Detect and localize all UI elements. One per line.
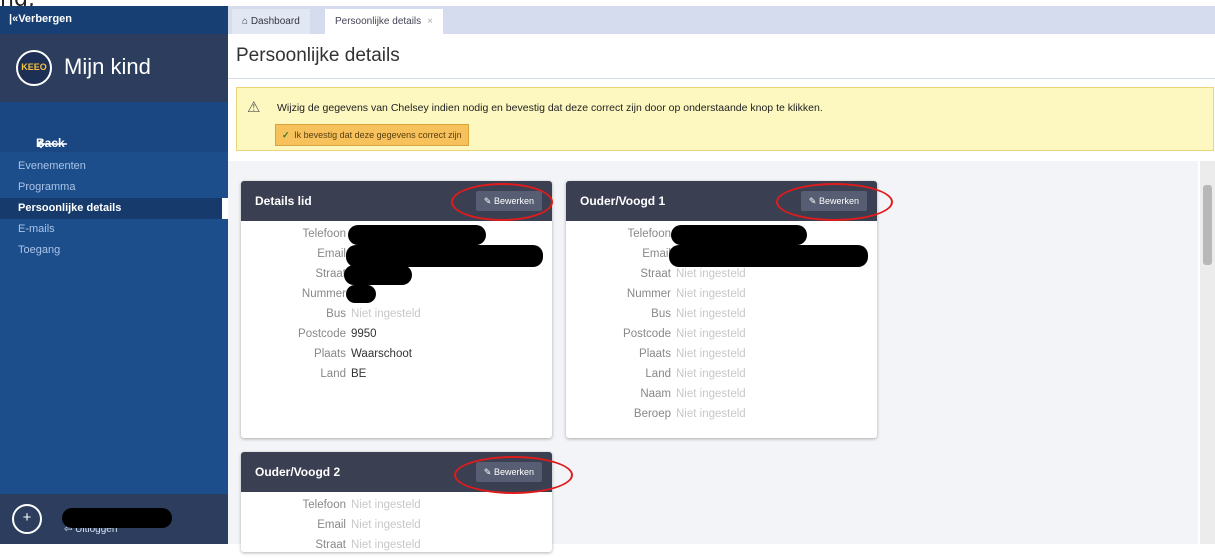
field-row: Plaats Niet ingesteld [566, 348, 866, 368]
field-label: Straat [315, 539, 346, 551]
alert-text: Wijzig de gegevens van Chelsey indien no… [277, 102, 823, 114]
field-row: Beroep Niet ingesteld [566, 408, 866, 428]
field-label: Email [642, 248, 671, 260]
field-row: Straat Niet ingesteld [241, 539, 541, 559]
field-value: Niet ingesteld [351, 539, 421, 551]
field-value: Niet ingesteld [676, 308, 746, 320]
field-value: BE [351, 368, 367, 380]
field-label: Nummer [626, 288, 671, 300]
tab-dashboard-label: Dashboard [250, 16, 300, 27]
tab-dashboard[interactable]: ⌂ Dashboard [232, 9, 310, 34]
sidebar-item-toegang[interactable]: Toegang [0, 240, 228, 261]
tab-personal-label: Persoonlijke details [335, 16, 422, 27]
field-label: Telefoon [302, 499, 346, 511]
tab-persoonlijke-details[interactable]: Persoonlijke details × [325, 9, 444, 34]
field-row: Straat Niet ingesteld [566, 268, 866, 288]
confirm-label: Ik bevestig dat deze gegevens correct zi… [294, 130, 462, 140]
sidebar-item-e-mails[interactable]: E-mails [0, 219, 228, 240]
field-label: Naam [640, 388, 671, 400]
field-label: Nummer [301, 288, 346, 300]
redaction [346, 245, 543, 267]
field-label: Telefoon [302, 228, 346, 240]
hide-sidebar-button[interactable]: |«Verbergen [0, 6, 228, 34]
card-title: Ouder/Voogd 1 [580, 194, 666, 208]
field-row: Nummer [241, 288, 541, 308]
redaction [344, 265, 412, 285]
field-label: Email [317, 248, 346, 260]
card-title: Ouder/Voogd 2 [255, 465, 341, 479]
field-label: Email [317, 519, 346, 531]
back-button[interactable]: 🡐 Back [0, 102, 228, 152]
logo-text: KEEO [21, 62, 47, 72]
field-label: Postcode [298, 328, 346, 340]
field-row: Telefoon Niet ingesteld [241, 499, 541, 519]
sidebar-item-programma[interactable]: Programma [0, 177, 228, 198]
keeo-logo-icon: KEEO [16, 50, 52, 86]
annotation-circle [451, 183, 553, 221]
field-label: Land [645, 368, 671, 380]
hide-sidebar-label: |«Verbergen [9, 13, 72, 25]
sidebar-item-persoonlijke-details[interactable]: Persoonlijke details [0, 198, 228, 219]
field-row: Bus Niet ingesteld [566, 308, 866, 328]
field-value: Niet ingesteld [676, 388, 746, 400]
back-label: Back [36, 136, 65, 150]
field-row: Plaats Waarschoot [241, 348, 541, 368]
user-area: + ⇦ Uitloggen [0, 494, 228, 544]
brand-title: Mijn kind [64, 54, 151, 79]
field-label: Plaats [314, 348, 346, 360]
sidebar-item-evenementen[interactable]: Evenementen [0, 156, 228, 177]
field-row: Postcode 9950 [241, 328, 541, 348]
username-redaction [62, 508, 172, 528]
check-icon: ✓ [282, 130, 290, 140]
field-row: Bus Niet ingesteld [241, 308, 541, 328]
scrollbar-thumb[interactable] [1203, 185, 1212, 265]
annotation-circle [454, 456, 573, 494]
field-value: 9950 [351, 328, 377, 340]
close-tab-icon[interactable]: × [427, 16, 433, 27]
field-value: Niet ingesteld [351, 519, 421, 531]
field-value: Niet ingesteld [676, 288, 746, 300]
confirmation-alert: ⚠ Wijzig de gegevens van Chelsey indien … [236, 87, 1214, 151]
scrollbar[interactable] [1200, 161, 1215, 544]
user-avatar-icon[interactable]: + [12, 504, 42, 534]
home-icon: ⌂ [242, 16, 251, 27]
redaction [348, 225, 486, 245]
field-value: Niet ingesteld [676, 268, 746, 280]
page-title: Persoonlijke details [236, 45, 400, 66]
field-value: Niet ingesteld [351, 308, 421, 320]
field-row: Land BE [241, 368, 541, 388]
field-row: Land Niet ingesteld [566, 368, 866, 388]
card-title: Details lid [255, 194, 312, 208]
field-label: Plaats [639, 348, 671, 360]
field-row: Email Niet ingesteld [241, 519, 541, 539]
annotation-circle [776, 183, 893, 221]
field-label: Bus [326, 308, 346, 320]
field-value: Niet ingesteld [676, 368, 746, 380]
sidebar: |«Verbergen KEEO Mijn kind 🡐 Back Evenem… [0, 6, 228, 544]
field-label: Land [320, 368, 346, 380]
field-label: Straat [640, 268, 671, 280]
field-value: Waarschoot [351, 348, 412, 360]
warning-icon: ⚠ [247, 99, 261, 116]
field-row: Naam Niet ingesteld [566, 388, 866, 408]
confirm-details-button[interactable]: ✓ Ik bevestig dat deze gegevens correct … [275, 124, 469, 146]
field-value: Niet ingesteld [676, 328, 746, 340]
redaction [671, 225, 807, 245]
divider [228, 78, 1215, 79]
field-label: Postcode [623, 328, 671, 340]
sidebar-nav: Evenementen Programma Persoonlijke detai… [0, 156, 228, 261]
field-value: Niet ingesteld [676, 408, 746, 420]
redaction [346, 285, 376, 303]
field-label: Telefoon [627, 228, 671, 240]
tab-bar: ⌂ Dashboard Persoonlijke details × [228, 6, 1215, 34]
redaction [669, 245, 868, 267]
field-label: Straat [315, 268, 346, 280]
brand-header: KEEO Mijn kind [0, 34, 228, 102]
field-label: Beroep [633, 408, 671, 420]
field-row: Nummer Niet ingesteld [566, 288, 866, 308]
field-value: Niet ingesteld [351, 499, 421, 511]
field-value: Niet ingesteld [676, 348, 746, 360]
field-label: Bus [651, 308, 671, 320]
field-row: Postcode Niet ingesteld [566, 328, 866, 348]
